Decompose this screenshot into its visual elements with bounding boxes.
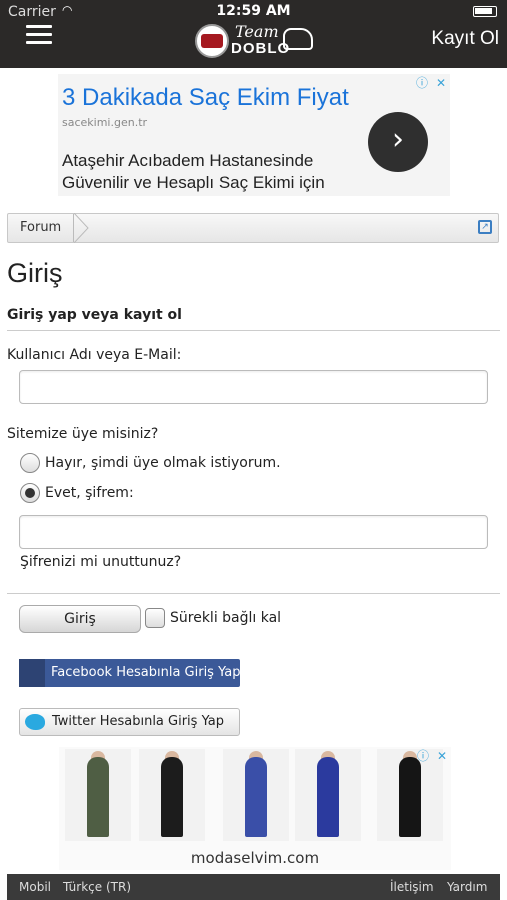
stay-logged-in-checkbox[interactable]: [145, 608, 165, 628]
ad-site-name[interactable]: modaselvim.com: [59, 849, 451, 867]
ad-arrow-button[interactable]: ›: [368, 112, 428, 172]
car-outline-icon: [283, 28, 313, 50]
ad-info-icon[interactable]: ⓘ: [414, 747, 432, 765]
site-logo[interactable]: Team DOBLO: [195, 22, 320, 58]
ad-description: Ataşehir Acıbadem Hastanesinde Güvenilir…: [62, 151, 325, 192]
ad-close-icon[interactable]: ✕: [433, 747, 451, 765]
ad-choices[interactable]: ⓘ ✕: [412, 74, 450, 92]
member-question-label: Sitemize üye misiniz?: [7, 426, 159, 442]
external-link-icon[interactable]: ↗: [478, 220, 492, 234]
ad-choices[interactable]: ⓘ ✕: [413, 747, 451, 765]
username-label: Kullanıcı Adı veya E-Mail:: [7, 347, 182, 363]
twitter-bird-icon: [25, 714, 45, 730]
register-link[interactable]: Kayıt Ol: [431, 28, 499, 50]
ad-title[interactable]: 3 Dakikada Saç Ekim Fiyat: [62, 84, 349, 112]
footer-help-link[interactable]: Yardım: [447, 880, 487, 894]
battery-icon: [473, 6, 497, 17]
breadcrumb-chevron-icon: [74, 213, 89, 243]
status-bar: Carrier ◠ 12:59 AM: [0, 0, 507, 22]
footer-contact-link[interactable]: İletişim: [390, 880, 434, 894]
facebook-icon: [19, 659, 45, 687]
clock: 12:59 AM: [216, 3, 291, 19]
footer-language-link[interactable]: Türkçe (TR): [63, 880, 131, 894]
username-input[interactable]: [19, 370, 488, 404]
twitter-login-button[interactable]: Twitter Hesabınla Giriş Yap: [19, 708, 240, 736]
radio-existing-member-label: Evet, şifrem:: [45, 485, 134, 501]
breadcrumb: Forum ↗: [7, 213, 499, 243]
logo-team-text: Team: [235, 22, 279, 41]
ad-info-icon[interactable]: ⓘ: [413, 74, 431, 92]
hamburger-menu-icon[interactable]: [26, 25, 52, 45]
logo-doblo-text: DOBLO: [231, 40, 291, 57]
ad-product-image[interactable]: [295, 749, 361, 841]
twitter-login-label: Twitter Hesabınla Giriş Yap: [52, 714, 224, 729]
facebook-login-label: Facebook Hesabınla Giriş Yap: [51, 665, 241, 680]
divider: [7, 593, 500, 594]
login-button[interactable]: Giriş: [19, 605, 141, 633]
radio-new-member-control[interactable]: [20, 453, 40, 473]
ad-product-image[interactable]: [139, 749, 205, 841]
fiat-badge-icon: [195, 24, 229, 58]
footer-mobile-link[interactable]: Mobil: [19, 880, 51, 894]
breadcrumb-forum[interactable]: Forum: [8, 214, 75, 242]
ad-close-icon[interactable]: ✕: [432, 74, 450, 92]
app-header: Carrier ◠ 12:59 AM Team DOBLO Kayıt Ol: [0, 0, 507, 68]
bottom-ad-banner[interactable]: ⓘ ✕ modaselvim.com: [59, 747, 451, 870]
page-title: Giriş: [7, 258, 63, 288]
facebook-login-button[interactable]: Facebook Hesabınla Giriş Yap: [19, 659, 240, 687]
ad-url: sacekimi.gen.tr: [62, 116, 148, 129]
footer-bar: Mobil Türkçe (TR) İletişim Yardım: [7, 874, 500, 900]
radio-existing-member-control[interactable]: [20, 483, 40, 503]
forgot-password-link[interactable]: Şifrenizi mi unuttunuz?: [20, 554, 181, 570]
ad-product-image[interactable]: [65, 749, 131, 841]
password-input[interactable]: [19, 515, 488, 549]
ad-product-image[interactable]: [223, 749, 289, 841]
section-heading: Giriş yap veya kayıt ol: [7, 307, 500, 331]
stay-logged-in-label: Sürekli bağlı kal: [170, 610, 282, 626]
top-ad-banner[interactable]: 3 Dakikada Saç Ekim Fiyat sacekimi.gen.t…: [58, 74, 450, 196]
radio-new-member-label: Hayır, şimdi üye olmak istiyorum.: [45, 455, 281, 471]
